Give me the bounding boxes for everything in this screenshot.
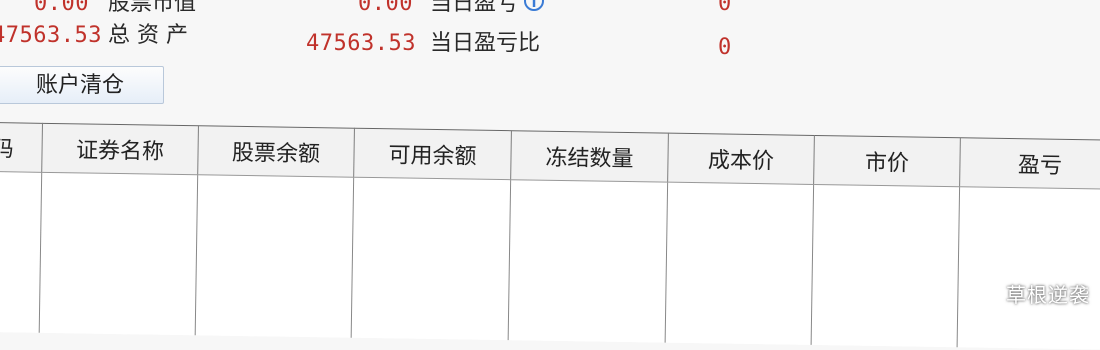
daily-pnl-label-text: 当日盈亏 [430, 0, 519, 16]
column-header-frozen-quantity[interactable]: 冻结数量 [510, 130, 669, 183]
table-cell [811, 184, 960, 348]
daily-pnl-value: 0 [718, 0, 732, 16]
table-cell [665, 182, 814, 345]
total-assets-label: 总 资 产 [108, 23, 188, 48]
available-funds-value: 0.00 [358, 0, 413, 16]
table-cell [957, 186, 1100, 350]
table-row [0, 171, 1100, 350]
account-summary: 0.00 股票市值 0.00 当日盈亏 i 0 47563.53 总 资 产 47… [0, 0, 1100, 60]
daily-pnl-label: 当日盈亏 i [430, 0, 545, 18]
total-assets-value: 47563.53 [0, 23, 102, 48]
table-cell [195, 174, 354, 338]
clear-account-button[interactable]: 账户清仓 [0, 66, 164, 104]
positions-table-wrap: 码 证券名称 股票余额 可用余额 冻结数量 成本价 市价 盈亏 [0, 122, 1100, 350]
column-header-available-balance[interactable]: 可用余额 [353, 128, 512, 180]
table-cell [39, 172, 198, 336]
column-header-cost-price[interactable]: 成本价 [667, 133, 815, 185]
positions-table: 码 证券名称 股票余额 可用余额 冻结数量 成本价 市价 盈亏 [0, 122, 1100, 350]
stock-market-value: 0.00 [34, 0, 89, 16]
column-header-market-price[interactable]: 市价 [813, 135, 961, 187]
column-header-pnl[interactable]: 盈亏 [959, 137, 1100, 190]
watermark: 草根逆袭 [1006, 283, 1090, 307]
column-header-code[interactable]: 码 [0, 122, 43, 173]
table-cell [0, 171, 42, 333]
stock-market-value-label: 股票市值 [108, 0, 197, 16]
column-header-security-name[interactable]: 证券名称 [41, 123, 199, 175]
table-cell [508, 179, 668, 343]
table-cell [351, 177, 511, 341]
net-assets-value: 47563.53 [306, 31, 416, 56]
daily-pnl-ratio-value: 0 [718, 35, 732, 60]
daily-pnl-ratio-label: 当日盈亏比 [430, 31, 541, 56]
info-icon[interactable]: i [524, 0, 545, 11]
column-header-stock-balance[interactable]: 股票余额 [197, 125, 355, 178]
